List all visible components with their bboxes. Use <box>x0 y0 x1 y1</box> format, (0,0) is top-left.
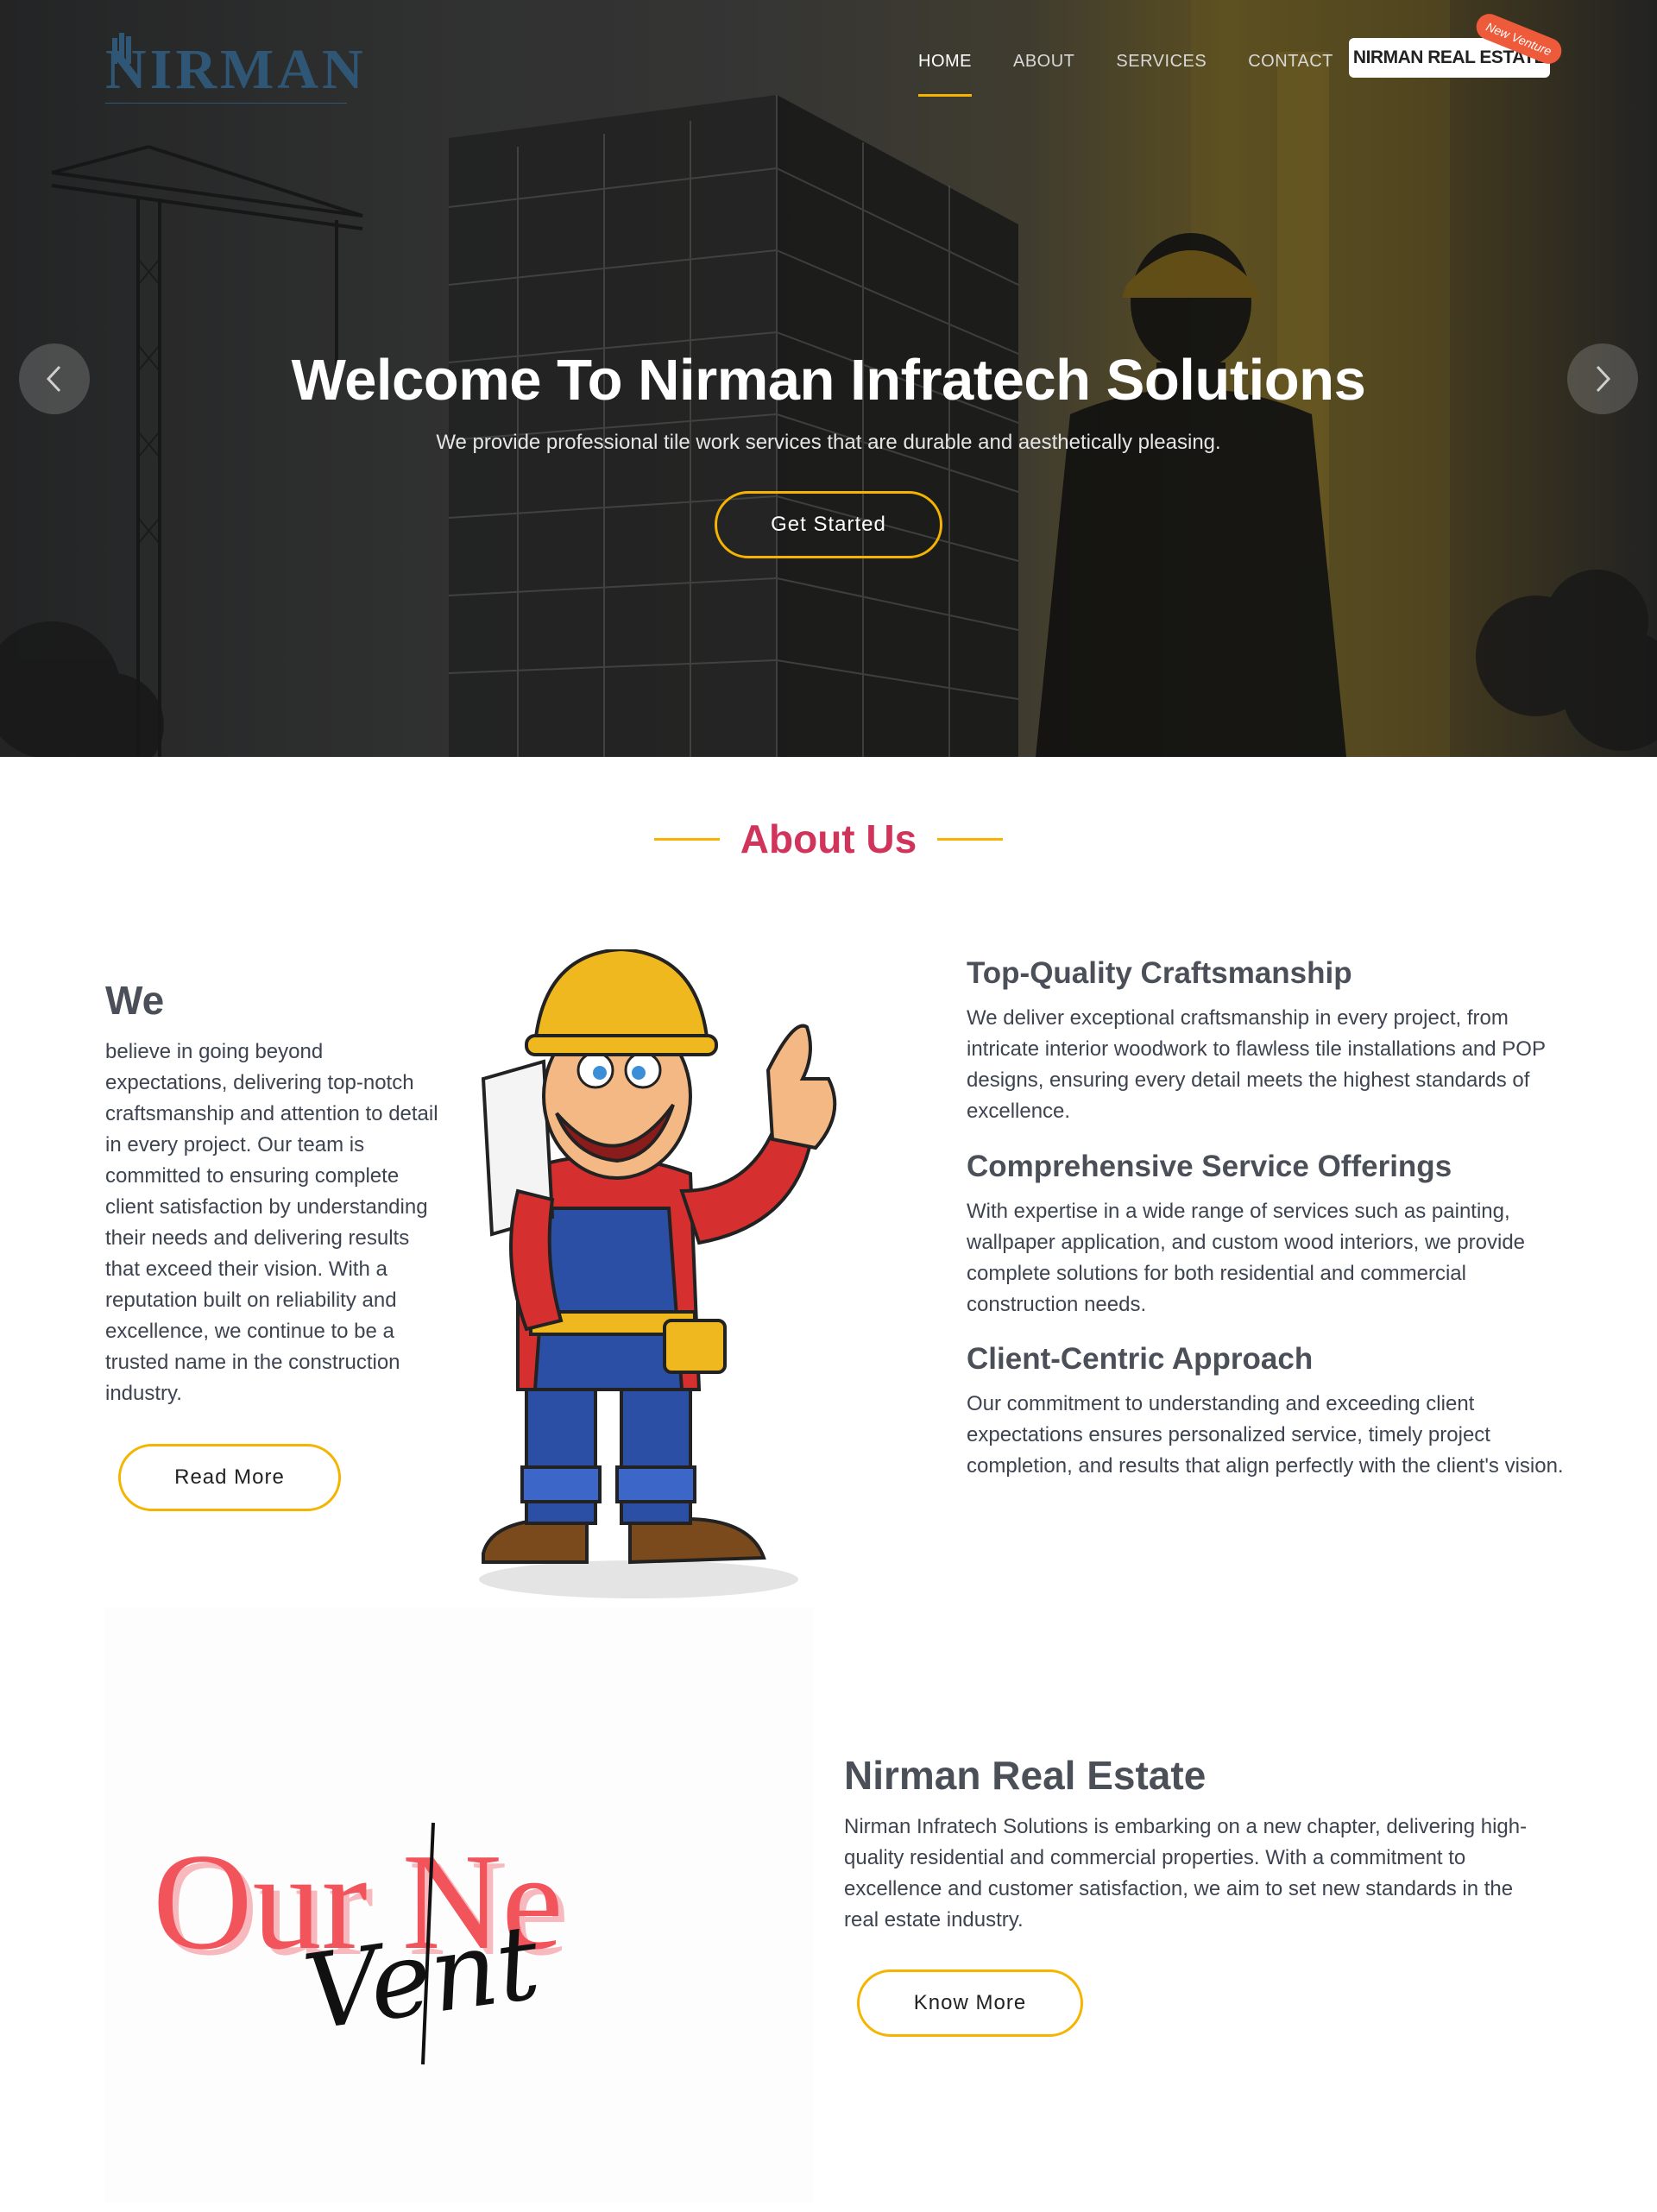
get-started-button[interactable]: Get Started <box>715 491 942 558</box>
feature-text: With expertise in a wide range of servic… <box>967 1200 1526 1316</box>
feature-client-centric: Client-Centric Approach Our commitment t… <box>967 1342 1571 1482</box>
nirman-logo[interactable]: NIRMAN <box>105 26 363 104</box>
feature-craftsmanship: Top-Quality Craftsmanship We deliver exc… <box>967 956 1571 1127</box>
nav-about[interactable]: ABOUT <box>1013 52 1074 78</box>
hero-subtitle: We provide professional tile work servic… <box>436 431 1221 454</box>
feature-text: Our commitment to understanding and exce… <box>967 1392 1564 1478</box>
about-title: About Us <box>740 816 917 861</box>
feature-title: Client-Centric Approach <box>967 1342 1314 1376</box>
nav-contact[interactable]: CONTACT <box>1248 52 1333 78</box>
main-nav: HOME ABOUT SERVICES CONTACT <box>918 52 1375 97</box>
read-more-button[interactable]: Read More <box>118 1444 341 1511</box>
hero-banner: NIRMAN HOME ABOUT SERVICES CONTACT NIRMA… <box>0 0 1657 757</box>
feature-text: We deliver exceptional craftsmanship in … <box>967 1006 1546 1123</box>
about-section-heading: About Us <box>0 816 1657 862</box>
we-heading: We <box>105 978 165 1023</box>
new-venture-image: Our Ne Our Ne Vent <box>105 1607 813 2203</box>
feature-title: Comprehensive Service Offerings <box>967 1150 1452 1183</box>
new-venture-graphic: Our Ne Our Ne Vent <box>153 1822 569 2065</box>
heading-divider-left <box>653 837 720 841</box>
nav-services[interactable]: SERVICES <box>1116 52 1207 78</box>
logo-text: NIRMAN <box>105 38 367 101</box>
know-more-button[interactable]: Know More <box>857 1969 1083 2037</box>
hero-title: Welcome To Nirman Infratech Solutions <box>291 348 1366 413</box>
we-paragraph: believe in going beyond expectations, de… <box>105 1040 438 1405</box>
nav-home[interactable]: HOME <box>918 52 972 97</box>
construction-worker-illustration <box>479 949 837 1598</box>
real-estate-paragraph: Nirman Infratech Solutions is embarking … <box>844 1815 1528 1932</box>
feature-services: Comprehensive Service Offerings With exp… <box>967 1150 1571 1320</box>
feature-title: Top-Quality Craftsmanship <box>967 956 1352 990</box>
heading-divider-right <box>937 837 1004 841</box>
real-estate-heading: Nirman Real Estate <box>844 1753 1207 1798</box>
